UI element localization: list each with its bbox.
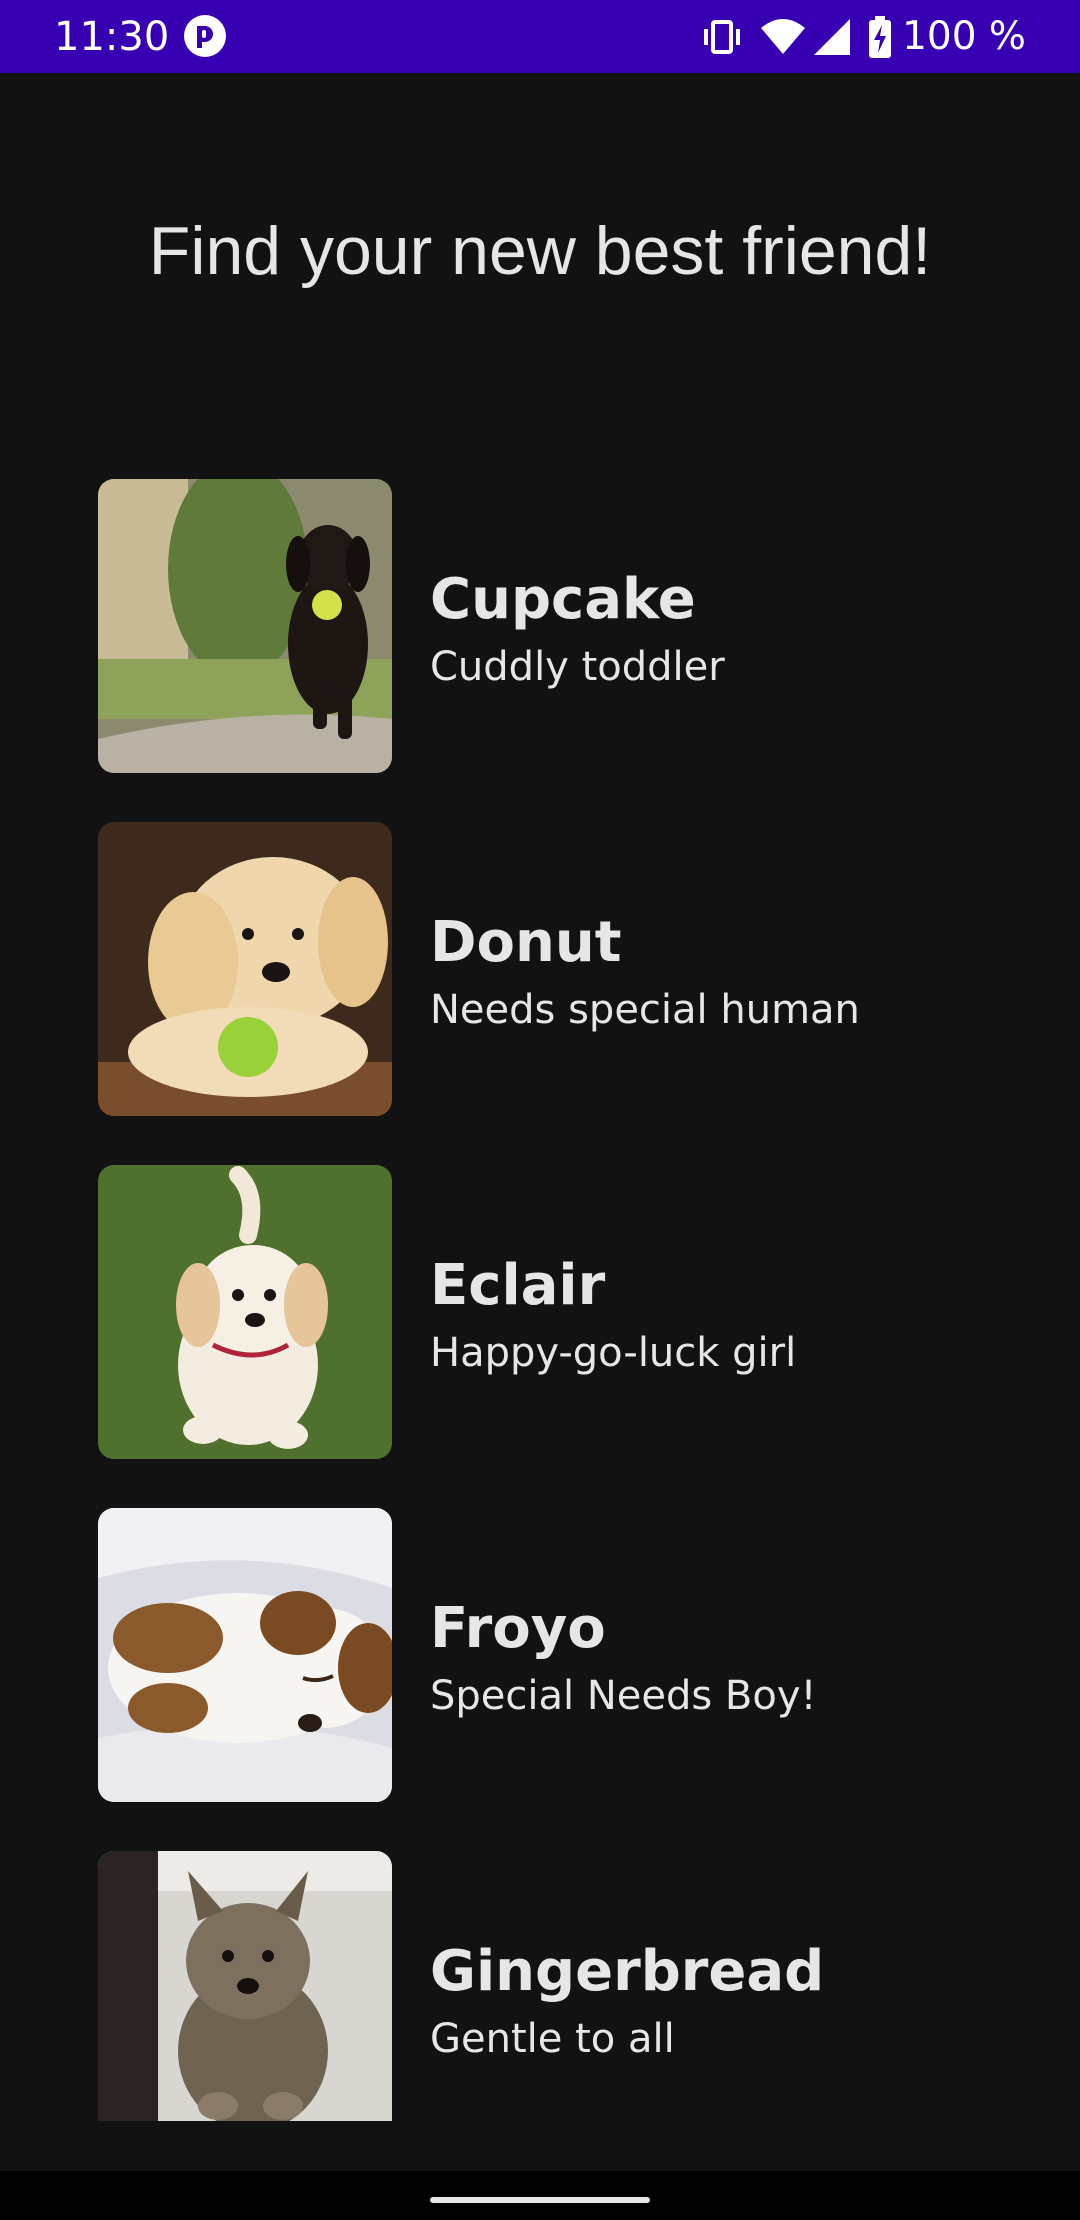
pet-photo	[98, 1165, 392, 1459]
pet-list-item[interactable]: Froyo Special Needs Boy!	[98, 1508, 998, 1802]
page-title: Find your new best friend!	[148, 213, 932, 289]
app-screen: 11:30 100 % Find your new best friend! C…	[0, 0, 1080, 2220]
pet-name: Cupcake	[430, 567, 696, 632]
home-gesture-handle[interactable]	[430, 2197, 650, 2203]
signal-icon	[812, 17, 852, 57]
status-time: 11:30	[54, 14, 170, 60]
pet-name: Eclair	[430, 1253, 606, 1318]
vibrate-icon	[700, 17, 744, 57]
status-bar: 11:30 100 %	[0, 0, 1080, 73]
pet-name: Donut	[430, 910, 622, 975]
battery-percentage: 100 %	[902, 14, 1026, 59]
pet-photo	[98, 479, 392, 773]
pet-description: Cuddly toddler	[430, 644, 725, 690]
pet-name: Gingerbread	[430, 1939, 825, 2004]
pet-list-item[interactable]: Eclair Happy-go-luck girl	[98, 1165, 998, 1459]
pet-list-item[interactable]: Gingerbread Gentle to all	[98, 1851, 998, 2121]
pet-list-item[interactable]: Donut Needs special human	[98, 822, 998, 1116]
pet-description: Happy-go-luck girl	[430, 1330, 797, 1376]
pet-list[interactable]: Cupcake Cuddly toddler Donut Needs speci…	[0, 479, 1080, 2121]
pet-description: Needs special human	[430, 987, 860, 1033]
pet-description: Gentle to all	[430, 2016, 675, 2062]
pet-photo	[98, 1508, 392, 1802]
battery-charging-icon	[868, 16, 892, 58]
app-notification-icon	[183, 14, 227, 58]
pet-name: Froyo	[430, 1596, 606, 1661]
pet-list-item[interactable]: Cupcake Cuddly toddler	[98, 479, 998, 773]
navigation-bar	[0, 2171, 1080, 2220]
pet-photo	[98, 1851, 392, 2121]
pet-photo	[98, 822, 392, 1116]
pet-description: Special Needs Boy!	[430, 1673, 817, 1719]
status-icons: 100 %	[700, 10, 1026, 64]
wifi-icon	[760, 18, 806, 56]
